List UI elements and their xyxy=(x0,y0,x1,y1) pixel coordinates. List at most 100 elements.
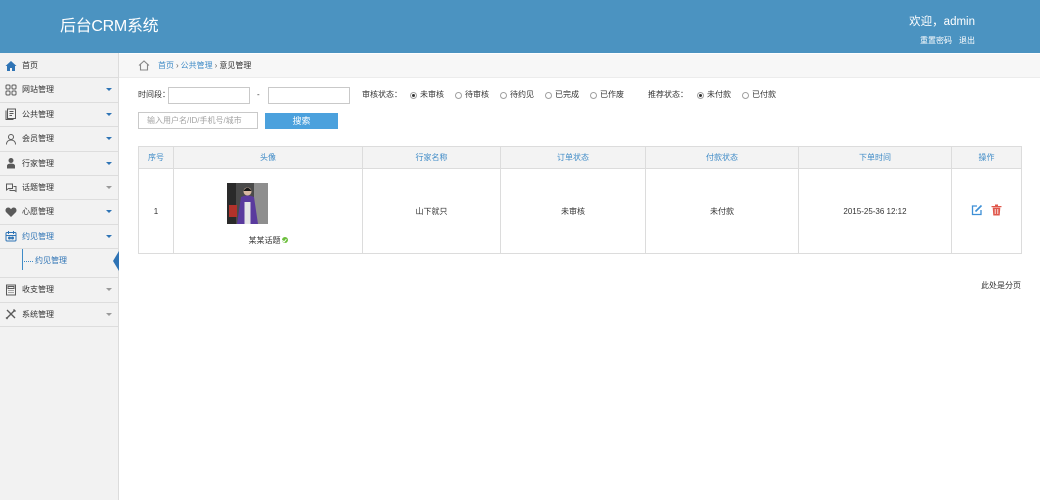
audit-option[interactable]: 待约见 xyxy=(500,86,545,104)
delete-icon[interactable] xyxy=(991,204,1002,218)
cell-payment-status: 未付款 xyxy=(645,168,799,254)
grid-icon xyxy=(5,84,17,96)
time-range-label: 时间段： xyxy=(138,90,170,99)
sidebar-item-system[interactable]: 系统管理 xyxy=(0,303,118,327)
tree-connector xyxy=(24,261,33,263)
cell-order-status: 未审核 xyxy=(500,168,646,254)
breadcrumb-public[interactable]: 公共管理 xyxy=(181,61,213,70)
recommend-status-radio-group: 未付款 已付款 xyxy=(697,86,787,104)
column-header: 行家名称 xyxy=(362,146,501,169)
audit-option[interactable]: 已作废 xyxy=(590,86,635,104)
radio-label: 已完成 xyxy=(555,90,579,99)
start-date-input[interactable] xyxy=(168,87,250,104)
chevron-down-icon[interactable] xyxy=(106,88,112,92)
sidebar-item-topics[interactable]: 话题管理 xyxy=(0,176,118,201)
orders-table: 序号 头像 行家名称 订单状态 付款状态 下单时间 操作 1 某某话题 山下就只… xyxy=(138,146,1022,254)
radio-button[interactable] xyxy=(500,91,507,99)
chevron-down-icon[interactable] xyxy=(106,234,112,238)
cell-order-time: 2015-25-36 12:12 xyxy=(798,168,952,254)
app-title: 后台CRM系统 xyxy=(60,18,159,35)
sidebar-item-experts[interactable]: 行家管理 xyxy=(0,152,118,176)
audit-option[interactable]: 待审核 xyxy=(455,86,500,104)
sidebar-item-public[interactable]: 公共管理 xyxy=(0,103,118,128)
sidebar-item-label: 公共管理 xyxy=(22,109,54,119)
appointment-icon xyxy=(5,230,17,242)
sidebar-item-label: 系统管理 xyxy=(22,309,54,319)
recommend-option[interactable]: 未付款 xyxy=(697,86,742,104)
search-input[interactable] xyxy=(138,112,258,129)
pagination[interactable]: 此处是分页 xyxy=(981,281,1021,291)
sidebar-item-home[interactable]: 首页 xyxy=(0,54,118,79)
chevron-down-icon[interactable] xyxy=(106,210,112,214)
tools-icon xyxy=(5,308,17,320)
sidebar: 首页 网站管理 公共管理 会员管理 行家管理 话题管理 心愿管理 约见管理 约见… xyxy=(0,53,119,500)
row-actions xyxy=(952,204,1021,218)
avatar[interactable] xyxy=(227,182,268,224)
chat-icon xyxy=(5,182,17,194)
radio-button[interactable] xyxy=(545,91,552,99)
verified-badge-icon xyxy=(281,236,288,243)
chevron-down-icon[interactable] xyxy=(106,288,112,292)
audit-option[interactable]: 已完成 xyxy=(545,86,590,104)
welcome-text: 欢迎，admin xyxy=(909,16,975,28)
column-header: 下单时间 xyxy=(798,146,952,169)
sidebar-item-label: 网站管理 xyxy=(22,85,54,95)
date-separator: - xyxy=(257,90,260,99)
chevron-down-icon[interactable] xyxy=(106,112,112,116)
radio-button[interactable] xyxy=(742,91,749,99)
breadcrumb-trail: 首页 › 公共管理 › 意见管理 xyxy=(158,54,251,78)
chevron-down-icon[interactable] xyxy=(106,185,112,189)
sidebar-item-label: 话题管理 xyxy=(22,182,54,192)
breadcrumb-current: 意见管理 xyxy=(219,61,252,70)
radio-button[interactable] xyxy=(410,91,417,99)
breadcrumb-home[interactable]: 首页 xyxy=(158,61,174,70)
chevron-down-icon[interactable] xyxy=(106,161,112,165)
calculator-icon xyxy=(5,284,17,296)
sidebar-item-wishes[interactable]: 心愿管理 xyxy=(0,200,118,225)
sidebar-subitem-appointments[interactable]: 约见管理 xyxy=(0,249,119,279)
radio-label: 已作废 xyxy=(600,90,624,99)
sidebar-item-label: 心愿管理 xyxy=(22,207,54,217)
avatar-name: 某某话题 xyxy=(248,235,281,245)
sidebar-item-label: 收支管理 xyxy=(22,285,54,295)
heart-icon xyxy=(5,206,17,218)
sidebar-item-label: 首页 xyxy=(22,61,38,70)
column-header: 付款状态 xyxy=(645,146,799,169)
search-button[interactable]: 搜索 xyxy=(265,113,338,129)
sidebar-item-finance[interactable]: 收支管理 xyxy=(0,278,118,303)
radio-label: 待约见 xyxy=(510,90,534,99)
radio-label: 未审核 xyxy=(420,90,444,99)
audit-status-radio-group: 未审核 待审核 待约见 已完成 已作废 xyxy=(410,86,635,104)
expert-icon xyxy=(5,157,17,169)
edit-icon[interactable] xyxy=(971,204,983,218)
logout-link[interactable]: 退出 xyxy=(959,36,975,45)
home-icon[interactable] xyxy=(138,60,150,71)
radio-label: 已付款 xyxy=(752,90,776,99)
user-icon xyxy=(5,133,17,145)
column-header: 操作 xyxy=(951,146,1022,169)
table-header-row: 序号 头像 行家名称 订单状态 付款状态 下单时间 操作 xyxy=(138,146,1022,169)
recommend-option[interactable]: 已付款 xyxy=(742,86,787,104)
recommend-status-label: 推荐状态： xyxy=(648,90,688,99)
column-header: 订单状态 xyxy=(500,146,646,169)
breadcrumb-separator: › xyxy=(214,61,218,70)
sidebar-item-website[interactable]: 网站管理 xyxy=(0,78,118,103)
radio-button[interactable] xyxy=(590,91,597,99)
radio-button[interactable] xyxy=(697,91,704,99)
reset-password-link[interactable]: 重置密码 xyxy=(920,36,952,45)
sidebar-item-members[interactable]: 会员管理 xyxy=(0,127,118,152)
avatar-block: 某某话题 xyxy=(174,170,362,253)
chevron-down-icon[interactable] xyxy=(106,312,112,316)
audit-option[interactable]: 未审核 xyxy=(410,86,455,104)
home-icon xyxy=(5,60,17,72)
sidebar-item-label: 行家管理 xyxy=(22,158,54,168)
radio-button[interactable] xyxy=(455,91,462,99)
chevron-down-icon[interactable] xyxy=(106,137,112,141)
radio-label: 待审核 xyxy=(465,90,489,99)
sidebar-subitem-label: 约见管理 xyxy=(35,256,67,266)
document-icon xyxy=(5,108,17,121)
main-content: 首页 › 公共管理 › 意见管理 时间段： - 审核状态： 未审核 待审核 待约见 已完… xyxy=(119,53,1040,500)
end-date-input[interactable] xyxy=(268,87,350,104)
avatar-caption: 某某话题 xyxy=(174,236,362,246)
sidebar-item-appointments[interactable]: 约见管理 xyxy=(0,225,118,250)
